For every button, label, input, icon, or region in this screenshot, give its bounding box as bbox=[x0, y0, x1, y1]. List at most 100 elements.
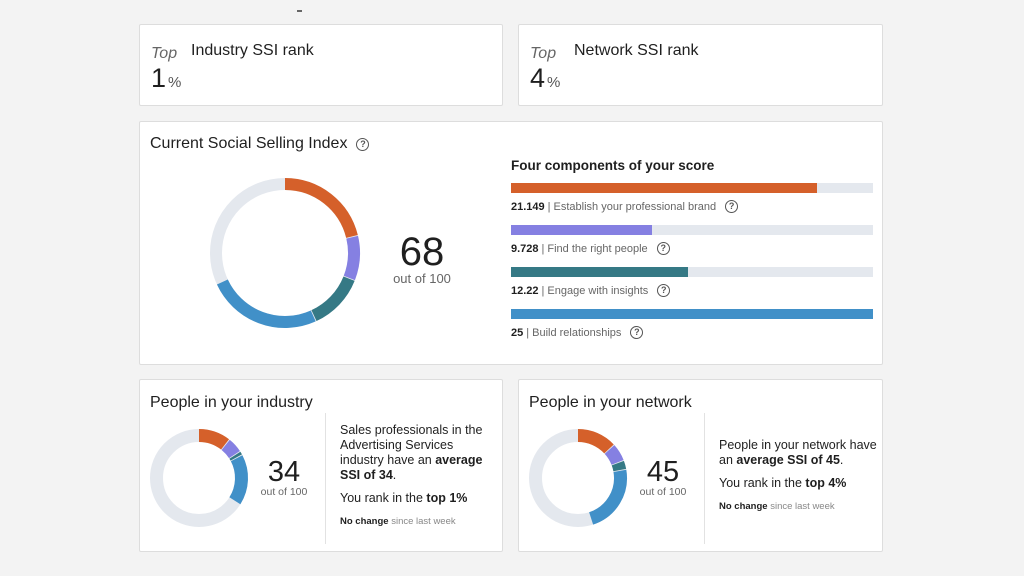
component-name: Engage with insights bbox=[547, 284, 649, 297]
question-circle-icon[interactable]: ? bbox=[725, 200, 739, 213]
industry-rank-card: Top Industry SSI rank 1% bbox=[139, 24, 503, 106]
components-title: Four components of your score bbox=[511, 158, 715, 173]
donut-segment-insights bbox=[311, 276, 355, 322]
ssi-score-value: 68 bbox=[399, 230, 445, 274]
industry-score: 34 out of 100 bbox=[258, 458, 310, 498]
component-label: 25 | Build relationships ? bbox=[511, 326, 873, 339]
industry-donut-chart bbox=[150, 429, 248, 527]
component-separator: | bbox=[547, 200, 551, 213]
divider bbox=[325, 413, 326, 544]
donut-segment-brand bbox=[284, 178, 358, 239]
text: . bbox=[392, 468, 397, 482]
component-track bbox=[511, 225, 873, 235]
change-note: No change since last week bbox=[719, 499, 879, 514]
network-score-value: 45 bbox=[646, 456, 680, 488]
component-value: 9.728 bbox=[511, 242, 539, 255]
donut-segment-insights bbox=[611, 460, 627, 472]
ssi-title-row: Current Social Selling Index ? bbox=[150, 135, 370, 153]
industry-title: People in your industry bbox=[150, 394, 313, 411]
component-name: Build relationships bbox=[532, 326, 622, 339]
component-row: 21.149 | Establish your professional bra… bbox=[511, 183, 873, 225]
ssi-card: Current Social Selling Index ? 68 out of… bbox=[139, 121, 883, 365]
component-value: 21.149 bbox=[511, 200, 545, 213]
component-row: 25 | Build relationships ? bbox=[511, 309, 873, 351]
network-rank-title: Network SSI rank bbox=[574, 42, 699, 59]
rank-prefix: Top bbox=[151, 45, 178, 62]
component-name: Find the right people bbox=[547, 242, 648, 255]
text: You rank in the bbox=[719, 476, 806, 490]
rank-unit: % bbox=[547, 74, 561, 91]
question-circle-icon[interactable]: ? bbox=[657, 284, 671, 297]
question-circle-icon[interactable]: ? bbox=[630, 326, 644, 339]
donut-segment-relationships bbox=[216, 279, 316, 328]
component-bar-brand bbox=[511, 183, 818, 193]
score-components: Four components of your score 21.149 | E… bbox=[511, 158, 873, 351]
industry-rank-value: 1% bbox=[151, 65, 181, 92]
network-donut-chart bbox=[529, 429, 627, 527]
components-list: 21.149 | Establish your professional bra… bbox=[511, 183, 873, 351]
network-rank-value: 4% bbox=[530, 65, 560, 92]
component-value: 12.22 bbox=[511, 284, 539, 297]
text: You rank in the bbox=[340, 491, 427, 505]
ssi-donut-chart bbox=[210, 178, 360, 328]
scroll-indicator bbox=[297, 10, 302, 12]
component-label: 12.22 | Engage with insights ? bbox=[511, 284, 873, 297]
donut-segment-people bbox=[343, 235, 360, 281]
rank-unit: % bbox=[168, 74, 182, 91]
component-bar-relationships bbox=[511, 309, 873, 319]
component-separator: | bbox=[526, 326, 530, 339]
donut-segment-people bbox=[221, 439, 240, 459]
component-track bbox=[511, 267, 873, 277]
component-separator: | bbox=[541, 284, 545, 297]
donut-segment-insights bbox=[229, 451, 242, 461]
network-score: 45 out of 100 bbox=[637, 458, 689, 498]
ssi-score: 68 out of 100 bbox=[382, 232, 462, 285]
change-period: since last week bbox=[767, 501, 835, 512]
component-separator: | bbox=[541, 242, 545, 255]
network-score-sub: out of 100 bbox=[639, 486, 687, 498]
change-status: No change bbox=[719, 501, 768, 512]
network-average-text: People in your network have an average S… bbox=[719, 438, 879, 468]
rank-number: 1 bbox=[151, 63, 167, 93]
donut-segment-brand bbox=[577, 429, 614, 454]
ssi-score-sub: out of 100 bbox=[393, 271, 451, 286]
network-title: People in your network bbox=[529, 394, 692, 411]
rank-prefix: Top bbox=[530, 45, 557, 62]
donut-segment-relationships bbox=[229, 455, 248, 505]
component-track bbox=[511, 183, 873, 193]
change-status: No change bbox=[340, 516, 389, 527]
component-name: Establish your professional brand bbox=[553, 200, 717, 213]
network-card: People in your network 45 out of 100 Peo… bbox=[518, 379, 883, 552]
component-track bbox=[511, 309, 873, 319]
network-rank-text: You rank in the top 4% bbox=[719, 476, 879, 491]
donut-segment-brand bbox=[198, 429, 230, 450]
component-row: 12.22 | Engage with insights ? bbox=[511, 267, 873, 309]
component-label: 9.728 | Find the right people ? bbox=[511, 242, 873, 255]
component-bar-insights bbox=[511, 267, 688, 277]
industry-rank-title: Industry SSI rank bbox=[191, 42, 314, 59]
industry-average-text: Sales professionals in the Advertising S… bbox=[340, 423, 495, 483]
question-circle-icon[interactable]: ? bbox=[656, 242, 670, 255]
rank-percent: top 1% bbox=[426, 491, 468, 505]
change-period: since last week bbox=[388, 516, 456, 527]
industry-score-sub: out of 100 bbox=[260, 486, 308, 498]
industry-score-value: 34 bbox=[267, 456, 301, 488]
industry-description: Sales professionals in the Advertising S… bbox=[340, 423, 495, 537]
component-value: 25 bbox=[511, 326, 524, 339]
component-row: 9.728 | Find the right people ? bbox=[511, 225, 873, 267]
average-ssi: average SSI of 45 bbox=[736, 453, 840, 467]
divider bbox=[704, 413, 705, 544]
donut-segment-people bbox=[604, 445, 624, 466]
network-rank-card: Top Network SSI rank 4% bbox=[518, 24, 883, 106]
change-note: No change since last week bbox=[340, 514, 495, 529]
industry-card: People in your industry 34 out of 100 Sa… bbox=[139, 379, 503, 552]
rank-percent: top 4% bbox=[805, 476, 847, 490]
donut-segment-relationships bbox=[588, 469, 627, 525]
question-circle-icon[interactable]: ? bbox=[356, 137, 370, 151]
industry-rank-text: You rank in the top 1% bbox=[340, 491, 495, 506]
network-description: People in your network have an average S… bbox=[719, 438, 879, 522]
rank-number: 4 bbox=[530, 63, 546, 93]
component-bar-people bbox=[511, 225, 652, 235]
component-label: 21.149 | Establish your professional bra… bbox=[511, 200, 873, 213]
text: . bbox=[839, 453, 844, 467]
